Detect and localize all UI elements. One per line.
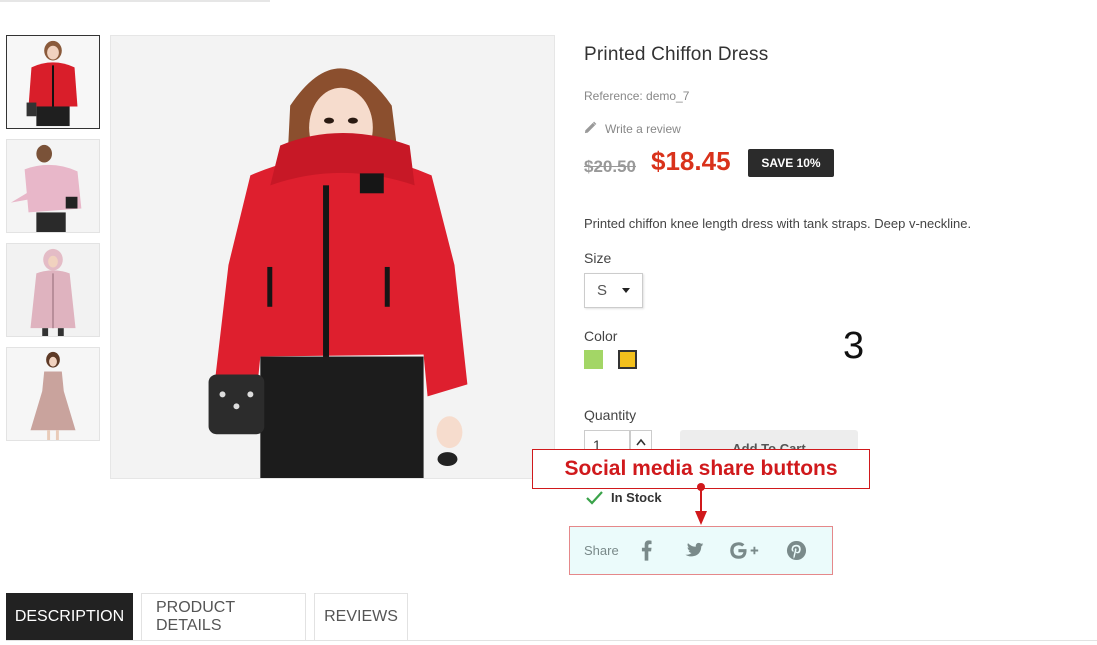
short-description: Printed chiffon knee length dress with t… [584, 216, 972, 231]
color-label: Color [584, 328, 618, 344]
google-plus-icon[interactable] [729, 539, 761, 563]
chevron-up-icon [636, 438, 646, 445]
share-label: Share [584, 543, 619, 558]
tab-product-details[interactable]: PRODUCT DETAILS [141, 593, 306, 641]
thumbnail-list [6, 35, 100, 451]
old-price: $20.50 [584, 157, 636, 176]
size-value: S [597, 282, 608, 299]
facebook-icon[interactable] [635, 539, 658, 563]
social-share-box: Share [569, 526, 833, 575]
size-select[interactable]: S [584, 273, 643, 308]
annotation-dot [697, 483, 705, 491]
size-label: Size [584, 250, 612, 266]
thumbnail-red-jacket[interactable] [6, 35, 100, 129]
thumbnail-pink-jacket-back[interactable] [6, 139, 100, 233]
write-review-label: Write a review [605, 122, 681, 136]
stock-status: In Stock [586, 490, 662, 505]
tabs-divider [6, 640, 1097, 641]
thumbnail-pink-dress[interactable] [6, 347, 100, 441]
check-icon [586, 490, 603, 505]
discount-badge: SAVE 10% [748, 149, 834, 177]
breadcrumb-remnant [0, 0, 270, 2]
color-swatch-green[interactable] [584, 350, 603, 369]
stock-label: In Stock [611, 490, 662, 505]
tab-reviews[interactable]: REVIEWS [314, 593, 408, 641]
main-product-image[interactable] [110, 35, 555, 479]
current-price: $18.45 [651, 146, 731, 176]
pencil-icon [584, 121, 597, 137]
twitter-icon[interactable] [682, 539, 705, 563]
product-title: Printed Chiffon Dress [584, 44, 769, 65]
product-tabs: DESCRIPTION PRODUCT DETAILS REVIEWS [6, 593, 408, 641]
caret-down-icon [622, 288, 630, 293]
annotation-arrow-icon [695, 511, 707, 525]
quantity-label: Quantity [584, 407, 637, 423]
annotation-number: 3 [843, 325, 865, 367]
tab-description[interactable]: DESCRIPTION [6, 593, 133, 641]
pinterest-icon[interactable] [785, 539, 808, 563]
thumbnail-pink-long-coat[interactable] [6, 243, 100, 337]
write-review-link[interactable]: Write a review [584, 121, 681, 137]
product-reference: Reference: demo_7 [584, 89, 690, 103]
color-swatch-yellow[interactable] [618, 350, 637, 369]
